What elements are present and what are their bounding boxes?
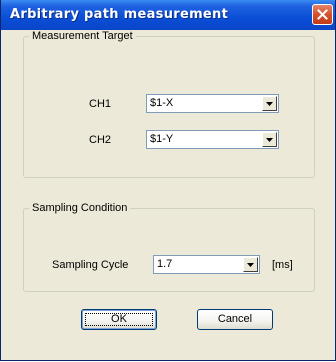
cancel-button[interactable]: Cancel: [197, 309, 273, 330]
dialog-body: Measurement Target CH1 $1-X CH2 $1-Y Sam…: [1, 30, 335, 360]
ch2-label: CH2: [89, 134, 112, 146]
sampling-cycle-value: 1.7: [157, 258, 173, 270]
cancel-button-label: Cancel: [217, 313, 253, 325]
sampling-condition-legend: Sampling Condition: [32, 202, 128, 214]
chevron-down-icon[interactable]: [243, 257, 258, 272]
close-icon: [317, 9, 328, 20]
sampling-cycle-unit: [ms]: [272, 259, 293, 271]
title-bar[interactable]: Arbitrary path measurement: [1, 0, 335, 30]
window-title: Arbitrary path measurement: [10, 7, 229, 22]
ch2-select-value: $1-Y: [150, 133, 174, 145]
ch2-select[interactable]: $1-Y: [146, 130, 279, 149]
chevron-down-icon[interactable]: [262, 132, 277, 147]
sampling-cycle-select[interactable]: 1.7: [153, 255, 260, 274]
chevron-down-icon[interactable]: [262, 96, 277, 111]
sampling-condition-group: Sampling Condition: [23, 202, 315, 292]
ch1-label: CH1: [89, 98, 112, 110]
measurement-target-legend: Measurement Target: [32, 30, 133, 42]
ch1-select-value: $1-X: [150, 97, 174, 109]
close-button[interactable]: [312, 4, 333, 25]
ch1-select[interactable]: $1-X: [146, 94, 279, 113]
ok-button[interactable]: OK: [81, 309, 157, 330]
ok-button-label: OK: [111, 313, 127, 325]
dialog-window: Arbitrary path measurement Measurement T…: [0, 0, 336, 361]
sampling-cycle-label: Sampling Cycle: [52, 259, 129, 271]
